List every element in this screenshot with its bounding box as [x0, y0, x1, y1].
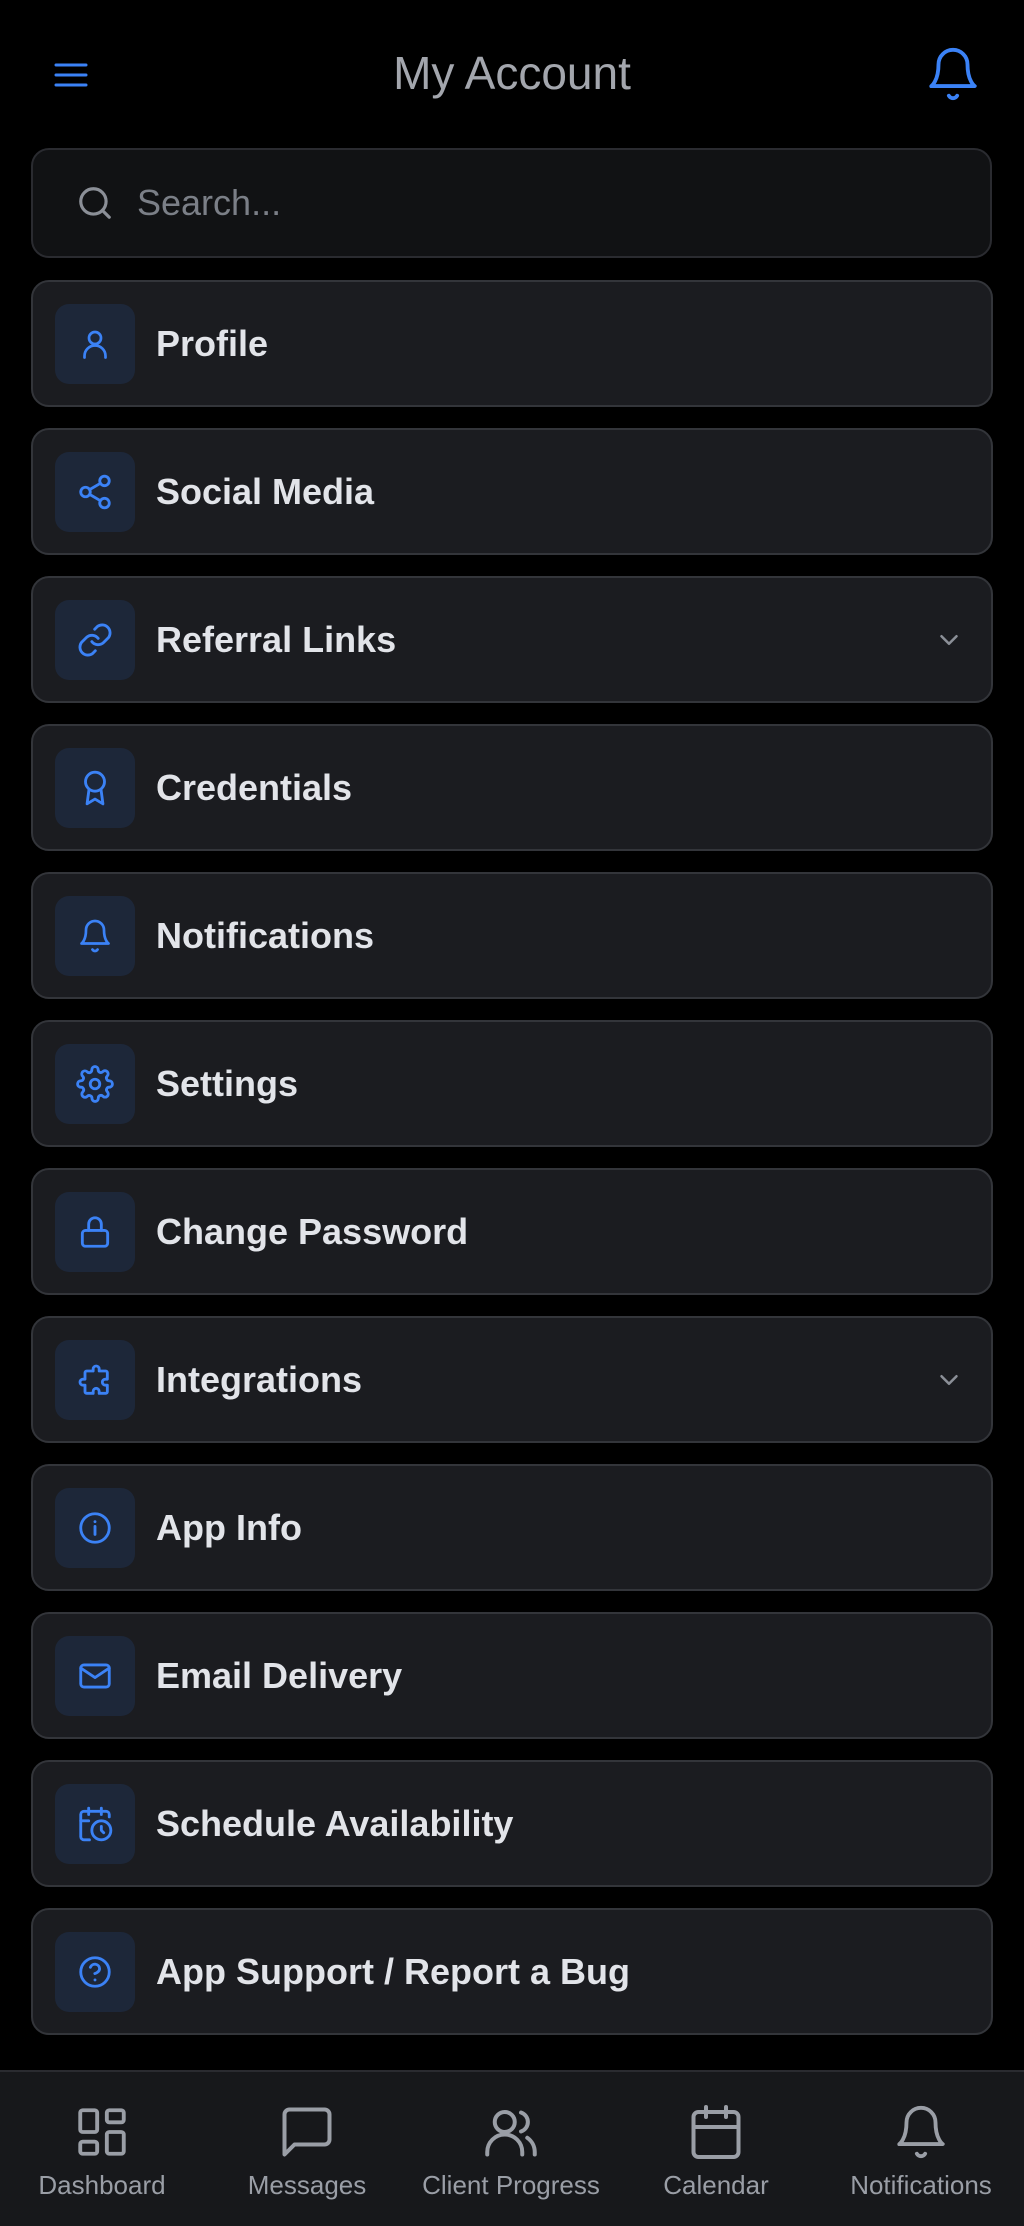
message-square-icon	[277, 2102, 337, 2162]
puzzle-icon	[55, 1339, 135, 1420]
menu-item-label: Change Password	[156, 1210, 469, 1252]
menu-item-label: App Support / Report a Bug	[156, 1950, 630, 1992]
search-bar	[31, 148, 992, 258]
nav-item-calendar[interactable]: Calendar	[656, 2072, 776, 2226]
menu-item-notifications[interactable]: Notifications	[31, 872, 993, 999]
bell-icon	[924, 45, 982, 103]
chevron-down-icon[interactable]	[933, 624, 965, 656]
bottom-navigation: Dashboard Messages Client Progress Calen…	[0, 2070, 1024, 2226]
menu-item-label: Integrations	[156, 1358, 363, 1400]
mail-icon	[55, 1635, 135, 1716]
menu-item-label: App Info	[156, 1506, 302, 1548]
users-icon	[481, 2102, 541, 2162]
menu-item-profile[interactable]: Profile	[31, 280, 993, 407]
calendar-clock-icon	[55, 1783, 135, 1864]
menu-item-app-support[interactable]: App Support / Report a Bug	[31, 1908, 993, 2035]
menu-item-social-media[interactable]: Social Media	[31, 428, 993, 555]
menu-item-label: Credentials	[156, 766, 353, 808]
nav-label: Notifications	[850, 2170, 992, 2200]
nav-item-messages[interactable]: Messages	[240, 2072, 374, 2226]
award-icon	[55, 747, 135, 828]
header-notifications-button[interactable]	[917, 38, 989, 110]
nav-label: Calendar	[663, 2170, 769, 2200]
nav-item-client-progress[interactable]: Client Progress	[420, 2072, 602, 2226]
dashboard-grid-icon	[72, 2102, 132, 2162]
chevron-down-icon[interactable]	[933, 1364, 965, 1396]
nav-label: Dashboard	[38, 2170, 166, 2200]
menu-item-label: Referral Links	[156, 618, 397, 660]
page-title: My Account	[393, 47, 631, 99]
search-icon	[75, 183, 115, 223]
menu-item-credentials[interactable]: Credentials	[31, 724, 993, 851]
share-icon	[55, 451, 135, 532]
bell-icon	[55, 895, 135, 976]
top-header: My Account	[0, 0, 1024, 148]
nav-item-notifications[interactable]: Notifications	[846, 2072, 996, 2226]
info-icon	[55, 1487, 135, 1568]
menu-item-change-password[interactable]: Change Password	[31, 1168, 993, 1295]
menu-item-integrations[interactable]: Integrations	[31, 1316, 993, 1443]
search-input[interactable]	[135, 181, 966, 225]
menu-item-label: Settings	[156, 1062, 299, 1104]
nav-item-dashboard[interactable]: Dashboard	[34, 2072, 170, 2226]
nav-label: Messages	[247, 2170, 367, 2200]
link-icon	[55, 599, 135, 680]
nav-label: Client Progress	[422, 2170, 600, 2200]
menu-item-label: Schedule Availability	[156, 1802, 514, 1844]
bell-icon	[891, 2102, 951, 2162]
menu-item-email-delivery[interactable]: Email Delivery	[31, 1612, 993, 1739]
menu-item-schedule-availability[interactable]: Schedule Availability	[31, 1760, 993, 1887]
menu-item-app-info[interactable]: App Info	[31, 1464, 993, 1591]
calendar-icon	[686, 2102, 746, 2162]
menu-item-label: Profile	[156, 322, 269, 364]
account-menu-list: Profile Social Media Referral Links Cred…	[31, 280, 993, 2056]
user-icon	[55, 303, 135, 384]
menu-item-label: Notifications	[156, 914, 375, 956]
menu-item-referral-links[interactable]: Referral Links	[31, 576, 993, 703]
help-circle-icon	[55, 1931, 135, 2012]
gear-icon	[55, 1043, 135, 1124]
menu-item-label: Social Media	[156, 470, 375, 512]
lock-icon	[55, 1191, 135, 1272]
menu-item-settings[interactable]: Settings	[31, 1020, 993, 1147]
menu-item-label: Email Delivery	[156, 1654, 403, 1696]
